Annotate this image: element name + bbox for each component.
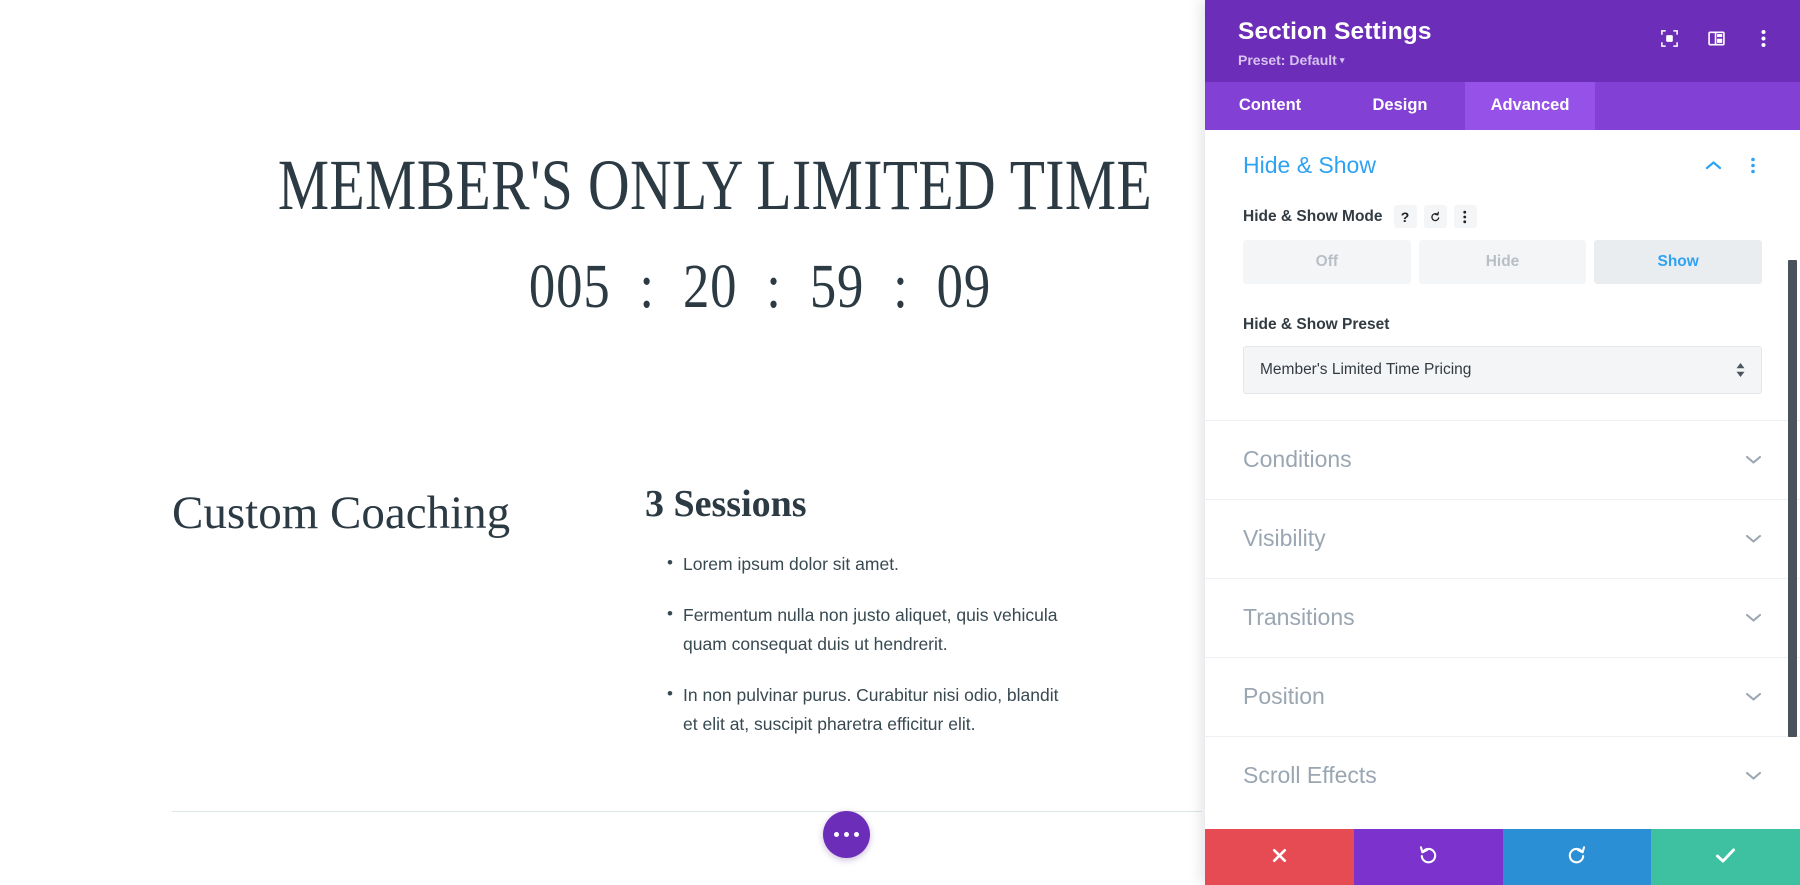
section-transitions[interactable]: Transitions xyxy=(1205,578,1800,657)
chevron-up-icon[interactable] xyxy=(1704,157,1722,175)
tab-content[interactable]: Content xyxy=(1205,82,1335,130)
close-icon xyxy=(1270,846,1289,868)
panel-tabs: Content Design Advanced xyxy=(1205,82,1800,131)
layout-columns-icon[interactable] xyxy=(1706,28,1726,48)
focus-icon[interactable] xyxy=(1659,28,1679,48)
section-conditions[interactable]: Conditions xyxy=(1205,420,1800,499)
section-title: Conditions xyxy=(1243,446,1352,473)
undo-icon xyxy=(1418,845,1439,869)
right-column-title: 3 Sessions xyxy=(645,483,807,525)
countdown-seconds: 09 xyxy=(936,253,992,321)
chevron-down-icon: ▾ xyxy=(1339,55,1345,66)
mode-option-hide[interactable]: Hide xyxy=(1418,240,1587,285)
countdown-separator-2: : xyxy=(766,253,781,321)
panel-header: Section Settings Preset: Default ▾ xyxy=(1205,0,1800,83)
panel-scroll-content: Hide & Show Hide & Show Mode ? Off Hide … xyxy=(1205,130,1800,829)
kebab-menu-icon[interactable] xyxy=(1753,28,1773,48)
countdown-separator-1: : xyxy=(639,253,655,321)
section-more-options-button[interactable] xyxy=(823,811,870,858)
section-position[interactable]: Position xyxy=(1205,657,1800,736)
hide-show-preset-label: Hide & Show Preset xyxy=(1243,316,1390,334)
panel-scrollbar-thumb[interactable] xyxy=(1788,260,1797,738)
right-column: 3 Sessions Lorem ipsum dolor sit amet. F… xyxy=(645,482,1065,760)
section-title: Transitions xyxy=(1243,604,1355,631)
preset-label: Preset: Default xyxy=(1238,52,1337,69)
hide-and-show-heading[interactable]: Hide & Show xyxy=(1243,152,1376,179)
dot-icon xyxy=(834,832,839,837)
hide-show-mode-options: Off Hide Show xyxy=(1243,240,1763,285)
tab-advanced[interactable]: Advanced xyxy=(1465,82,1595,131)
chevron-down-icon xyxy=(1745,454,1762,465)
hide-show-mode-field-header: Hide & Show Mode ? xyxy=(1243,205,1762,229)
mode-option-show[interactable]: Show xyxy=(1594,240,1763,285)
chevron-down-icon xyxy=(1745,691,1762,702)
section-visibility[interactable]: Visibility xyxy=(1205,499,1800,578)
hide-show-mode-label: Hide & Show Mode xyxy=(1243,207,1383,225)
section-settings-panel: Section Settings Preset: Default ▾ Conte… xyxy=(1205,0,1800,885)
undo-button[interactable] xyxy=(1353,829,1503,885)
panel-body: Hide & Show Hide & Show Mode ? Off Hide … xyxy=(1205,130,1800,829)
section-divider xyxy=(172,811,1202,812)
left-column-title: Custom Coaching xyxy=(172,487,511,539)
section-title: Visibility xyxy=(1243,525,1326,552)
dot-icon xyxy=(844,832,849,837)
list-item: In non pulvinar purus. Curabitur nisi od… xyxy=(667,680,1065,739)
preset-selector[interactable]: Preset: Default ▾ xyxy=(1238,52,1344,68)
section-scroll-effects[interactable]: Scroll Effects xyxy=(1205,736,1800,815)
hide-show-preset-field-header: Hide & Show Preset xyxy=(1243,316,1762,334)
section-title: Scroll Effects xyxy=(1243,762,1377,789)
kebab-menu-icon[interactable] xyxy=(1744,157,1762,175)
panel-footer xyxy=(1205,829,1800,885)
chevron-down-icon xyxy=(1745,770,1762,781)
redo-icon xyxy=(1566,845,1587,869)
hide-show-preset-select-wrap: Member's Limited Time Pricing xyxy=(1243,346,1762,395)
countdown-days: 005 xyxy=(528,253,611,321)
panel-header-icons xyxy=(1659,18,1778,48)
dot-icon xyxy=(854,832,859,837)
check-icon xyxy=(1715,846,1736,868)
chevron-down-icon xyxy=(1745,533,1762,544)
list-item: Fermentum nulla non justo aliquet, quis … xyxy=(667,600,1065,659)
panel-title: Section Settings xyxy=(1238,18,1432,45)
hide-show-mode-tools: ? xyxy=(1393,205,1477,229)
section-hide-and-show: Hide & Show Hide & Show Mode ? Off Hide … xyxy=(1205,130,1800,420)
reset-icon[interactable] xyxy=(1423,205,1447,229)
save-button[interactable] xyxy=(1651,829,1800,885)
section-title: Position xyxy=(1243,683,1325,710)
hero-title: MEMBER'S ONLY LIMITED TIME xyxy=(277,145,1153,225)
countdown-separator-3: : xyxy=(893,253,908,321)
list-item: Lorem ipsum dolor sit amet. xyxy=(667,549,1065,579)
tab-design[interactable]: Design xyxy=(1335,82,1465,130)
feature-list: Lorem ipsum dolor sit amet. Fermentum nu… xyxy=(645,549,1065,739)
kebab-menu-icon[interactable] xyxy=(1453,205,1477,229)
hide-show-preset-select[interactable]: Member's Limited Time Pricing xyxy=(1243,346,1762,395)
redo-button[interactable] xyxy=(1502,829,1652,885)
help-icon[interactable]: ? xyxy=(1393,205,1417,229)
countdown-minutes: 59 xyxy=(809,253,865,321)
mode-option-off[interactable]: Off xyxy=(1243,240,1411,285)
chevron-down-icon xyxy=(1745,612,1762,623)
cancel-button[interactable] xyxy=(1205,829,1354,885)
countdown-hours: 20 xyxy=(682,253,738,321)
